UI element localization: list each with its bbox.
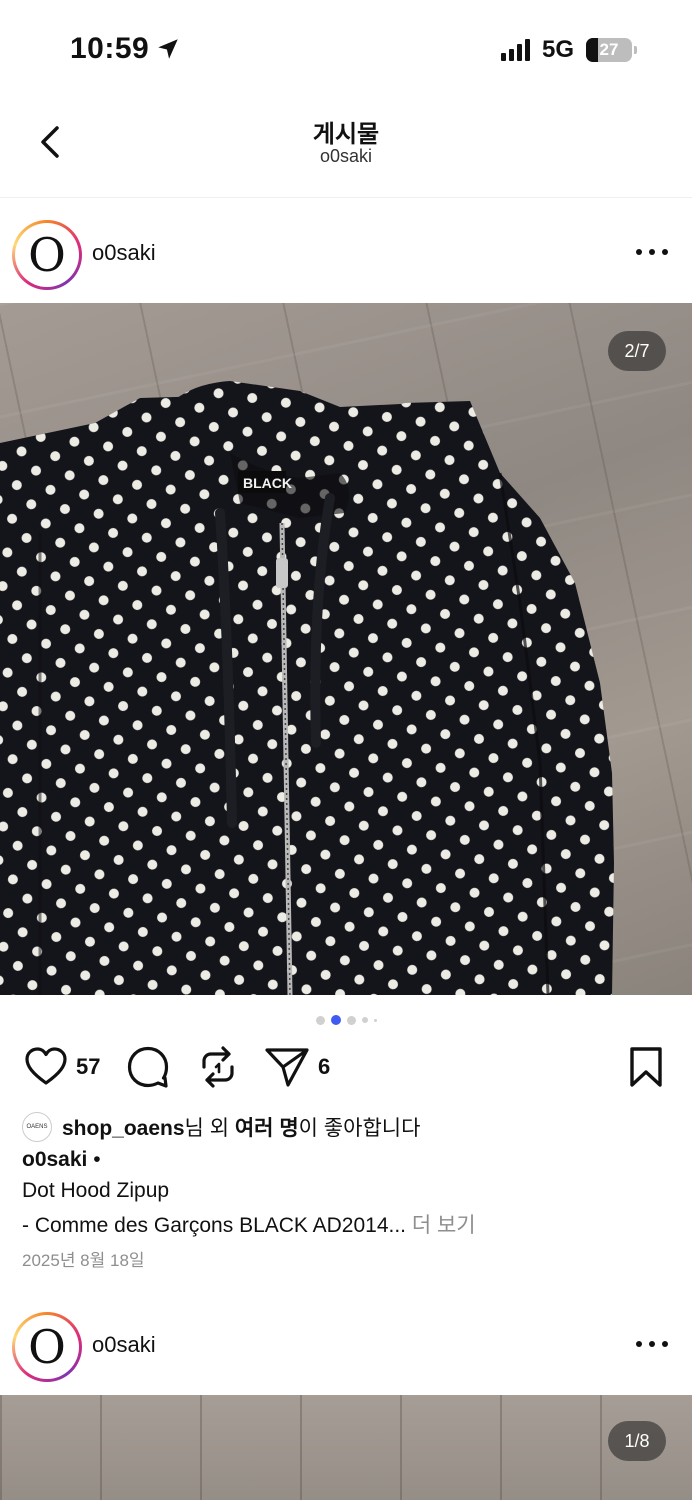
avatar-letter: O <box>18 226 76 284</box>
caption-text: - Comme des Garçons BLACK AD2014... <box>22 1214 406 1237</box>
carousel-dot <box>346 1015 356 1025</box>
network-type: 5G <box>541 36 574 63</box>
heart-icon <box>25 1047 67 1085</box>
wood-floor-background <box>0 1395 692 1500</box>
liked-by-others[interactable]: 여러 명 <box>235 1117 299 1140</box>
carousel-dot <box>315 1015 325 1025</box>
caption-line-1: Dot Hood Zipup <box>22 1179 170 1202</box>
image-counter: 1/8 <box>608 1421 666 1461</box>
liked-by-line[interactable]: OAENS shop_oaens님 외 여러 명이 좋아합니다 <box>22 1112 420 1142</box>
liked-by-suffix-2: 이 좋아합니다 <box>298 1117 421 1140</box>
repost-button[interactable] <box>196 1045 240 1089</box>
post-date: 2025년 8월 18일 <box>22 1251 145 1270</box>
more-icon <box>636 249 642 255</box>
page-subtitle: o0saki <box>319 146 373 166</box>
reposts-count: 6 <box>318 1054 331 1079</box>
image-counter: 2/7 <box>608 331 666 371</box>
post-image[interactable]: BLACK 2/7 <box>0 303 692 995</box>
status-bar: 10:59 5G 27 <box>0 0 692 100</box>
battery-level: 27 <box>599 40 619 59</box>
likes-count: 57 <box>76 1054 101 1079</box>
liked-by-user[interactable]: shop_oaens <box>62 1117 185 1140</box>
svg-text:BLACK: BLACK <box>243 475 292 491</box>
comment-icon <box>127 1046 169 1088</box>
avatar[interactable]: O <box>12 1312 82 1382</box>
status-time: 10:59 <box>70 32 181 66</box>
liked-by-text: shop_oaens님 외 여러 명이 좋아합니다 <box>62 1112 420 1142</box>
page-title: 게시물 <box>312 121 380 148</box>
caption-user-name[interactable]: o0saki <box>22 1148 87 1171</box>
post-header-2: O o0saki <box>0 1292 692 1396</box>
repost-icon <box>202 1046 234 1088</box>
post-username[interactable]: o0saki <box>92 1332 156 1358</box>
carousel-dot <box>373 1018 377 1022</box>
battery-fill <box>586 38 599 62</box>
caption-line-2: - Comme des Garçons BLACK AD2014... 더 보기 <box>22 1209 476 1239</box>
liked-by-avatar: OAENS <box>22 1112 52 1142</box>
share-icon <box>265 1048 309 1087</box>
post-header: O o0saki <box>0 200 692 304</box>
bookmark-icon <box>630 1047 662 1087</box>
hoodie-photo: BLACK <box>0 381 614 995</box>
avatar-letter: O <box>18 1318 76 1376</box>
carousel-dot <box>361 1017 368 1023</box>
more-options-button[interactable] <box>636 240 668 264</box>
caption-username[interactable]: o0saki • <box>22 1148 101 1172</box>
bookmark-button[interactable] <box>626 1045 666 1089</box>
clock-text: 10:59 <box>70 32 150 65</box>
share-button[interactable]: 6 <box>264 1045 330 1089</box>
location-arrow-icon <box>158 39 178 59</box>
like-button[interactable]: 57 <box>24 1045 100 1089</box>
nav-header: 게시물 o0saki <box>0 100 692 198</box>
more-icon <box>636 1341 642 1347</box>
post-image-2[interactable]: 1/8 <box>0 1395 692 1500</box>
post-actions: 57 6 <box>0 1045 692 1095</box>
comment-button[interactable] <box>126 1045 170 1089</box>
carousel-indicator <box>0 1015 692 1025</box>
more-options-button[interactable] <box>636 1332 668 1356</box>
carousel-dot-active <box>330 1015 341 1025</box>
status-indicators: 5G 27 <box>500 36 637 64</box>
liked-by-suffix: 님 외 <box>184 1117 235 1140</box>
battery-icon: 27 <box>586 38 637 62</box>
cellular-signal-icon <box>500 39 530 61</box>
more-link[interactable]: 더 보기 <box>406 1214 476 1237</box>
post-username[interactable]: o0saki <box>92 240 156 266</box>
avatar[interactable]: O <box>12 220 82 290</box>
caption-separator: • <box>87 1148 101 1171</box>
